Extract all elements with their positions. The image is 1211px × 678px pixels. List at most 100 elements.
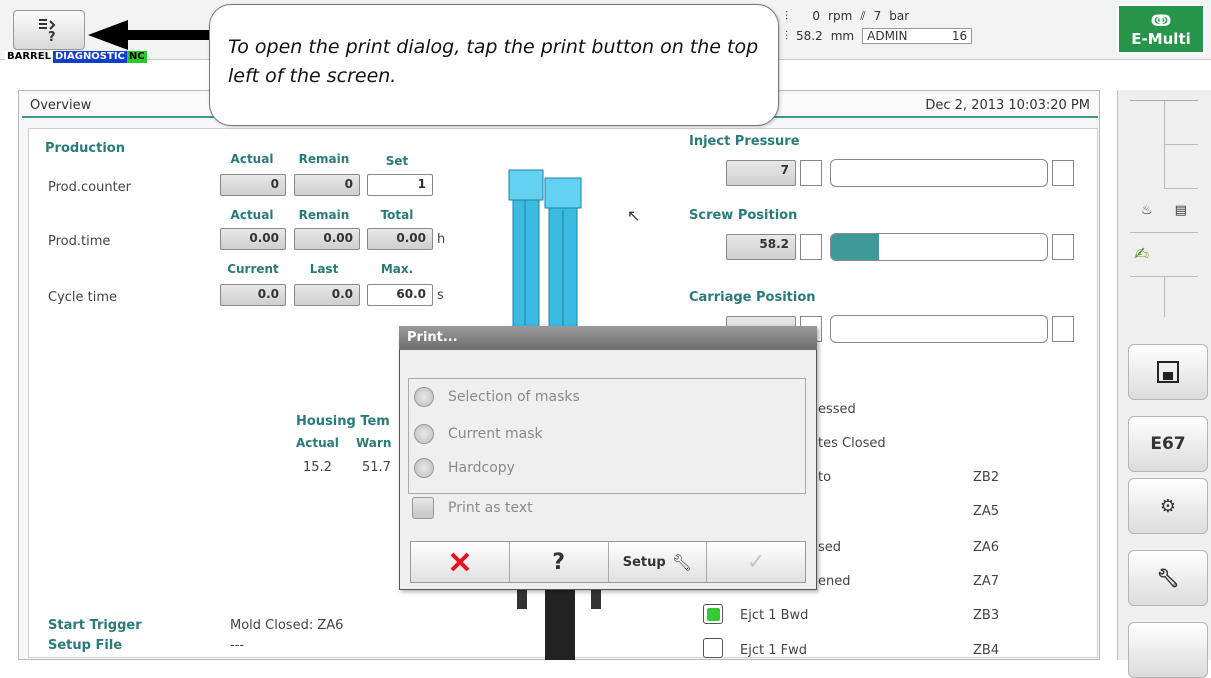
state-label: essed bbox=[818, 402, 856, 417]
option-label: Current mask bbox=[448, 426, 543, 442]
e67-button[interactable]: E67 bbox=[1128, 416, 1208, 472]
print-icon: ? bbox=[39, 19, 56, 43]
inject-pressure-value: 7 bbox=[726, 160, 796, 186]
barrel-tool-button[interactable]: ⚙ bbox=[1128, 478, 1208, 534]
heater-icon[interactable]: ♨ bbox=[1141, 203, 1153, 218]
checkmark-icon: ✓ bbox=[746, 549, 766, 575]
radio-icon[interactable] bbox=[414, 387, 434, 407]
carriage-position-bar bbox=[830, 315, 1048, 343]
production-title: Production bbox=[45, 141, 125, 156]
status-strip: BARREL DIAGNOSTIC NC bbox=[5, 51, 147, 63]
state-code: ZB2 bbox=[973, 470, 1000, 485]
status-diagnostic: DIAGNOSTIC bbox=[52, 51, 127, 63]
option-selection-of-masks[interactable]: Selection of masks bbox=[414, 387, 580, 407]
cycle-time-last: 0.0 bbox=[294, 284, 360, 306]
option-current-mask[interactable]: Current mask bbox=[414, 424, 543, 444]
col-head: Total bbox=[380, 208, 414, 222]
pressure-value: 7 bbox=[873, 9, 882, 23]
carriage-position-max-box bbox=[1052, 316, 1074, 342]
callout-text: To open the print dialog, tap the print … bbox=[228, 36, 759, 87]
housing-head-warn: Warn bbox=[356, 436, 392, 450]
inject-pressure-max-box bbox=[1052, 160, 1074, 186]
carriage-position-title: Carriage Position bbox=[689, 290, 816, 305]
tools-button[interactable]: 🔧︎ bbox=[1128, 550, 1208, 606]
wrench-icon: 🔧︎ bbox=[1156, 567, 1180, 589]
svg-text:?: ? bbox=[48, 30, 56, 43]
ejct-fwd-code: ZB4 bbox=[973, 643, 1000, 658]
header-values: ⫶ 0 rpm ⫽ 7 bar ⫶ 58.2 mm ADMIN 16 bbox=[785, 6, 1029, 50]
state-code: ZA5 bbox=[973, 504, 1000, 519]
prod-time-unit: h bbox=[437, 232, 446, 247]
save-icon bbox=[1157, 361, 1179, 383]
col-head: Current bbox=[227, 262, 279, 276]
prod-counter-remain: 0 bbox=[294, 174, 360, 196]
state-code: ZA7 bbox=[973, 574, 1000, 589]
radio-icon[interactable] bbox=[414, 424, 434, 444]
cycle-time-current: 0.0 bbox=[220, 284, 286, 306]
setup-label: Setup bbox=[622, 554, 666, 570]
col-head: Actual bbox=[230, 208, 274, 222]
radio-icon[interactable] bbox=[414, 458, 434, 478]
cancel-button[interactable] bbox=[411, 542, 510, 582]
inject-pressure-bar bbox=[830, 159, 1048, 187]
cycle-time-label: Cycle time bbox=[48, 290, 118, 305]
logo-text: E-Multi bbox=[1131, 29, 1191, 48]
prod-time-remain: 0.00 bbox=[294, 228, 360, 250]
col-head: Remain bbox=[298, 152, 350, 166]
e67-label: E67 bbox=[1150, 434, 1186, 454]
prod-time-actual: 0.00 bbox=[220, 228, 286, 250]
user-field: ADMIN 16 bbox=[862, 28, 973, 44]
setup-button[interactable]: Setup 🔧︎ bbox=[609, 542, 708, 582]
injection-unit-graphic bbox=[508, 169, 582, 336]
logo-icon: ↂ bbox=[1150, 10, 1172, 30]
mouse-cursor-icon: ↖ bbox=[627, 206, 641, 225]
barrel-wrench-icon: ⚙ bbox=[1159, 495, 1177, 517]
screw-position-bar bbox=[830, 233, 1048, 261]
housing-warn-value: 51.7 bbox=[362, 460, 391, 475]
option-label: Hardcopy bbox=[448, 460, 515, 476]
ok-button[interactable]: ✓ bbox=[707, 542, 805, 582]
hand-tool-icon[interactable]: ✍ bbox=[1134, 244, 1149, 265]
state-label: ened bbox=[818, 574, 851, 589]
screw-position-value: 58.2 bbox=[726, 234, 796, 260]
note-icon[interactable]: ▤ bbox=[1175, 203, 1187, 218]
dialog-button-bar: ? Setup 🔧︎ ✓ bbox=[410, 541, 806, 583]
sidebar-button-bottom[interactable] bbox=[1128, 622, 1208, 678]
prod-time-label: Prod.time bbox=[48, 234, 111, 249]
option-hardcopy[interactable]: Hardcopy bbox=[414, 458, 515, 478]
user-number: 16 bbox=[951, 29, 968, 43]
pressure-unit: bar bbox=[889, 9, 910, 23]
option-label: Selection of masks bbox=[448, 389, 580, 405]
mold-graphic bbox=[517, 585, 601, 660]
right-sidebar: ♨ ▤ ✍ E67 ⚙ 🔧︎ bbox=[1117, 90, 1211, 678]
col-head: Actual bbox=[230, 152, 274, 166]
state-code: ZA6 bbox=[973, 540, 1000, 555]
wrench-icon: 🔧︎ bbox=[671, 552, 693, 572]
status-barrel: BARREL bbox=[5, 51, 53, 63]
inject-pressure-title: Inject Pressure bbox=[689, 134, 800, 149]
close-icon bbox=[450, 552, 470, 572]
panel-datetime: Dec 2, 2013 10:03:20 PM bbox=[925, 97, 1090, 113]
cycle-time-max[interactable]: 60.0 bbox=[367, 284, 433, 306]
state-label: to bbox=[818, 470, 832, 485]
pressure-icon: ⫽ bbox=[860, 8, 866, 23]
prod-counter-set[interactable]: 1 bbox=[367, 174, 433, 196]
prod-counter-actual: 0 bbox=[220, 174, 286, 196]
print-as-text-option[interactable]: Print as text bbox=[412, 497, 533, 519]
setup-file-value: --- bbox=[230, 638, 245, 653]
print-button[interactable]: ? bbox=[13, 10, 85, 50]
status-nc: NC bbox=[126, 51, 147, 63]
rpm-icon: ⫶ bbox=[785, 8, 789, 23]
col-head: Last bbox=[309, 262, 339, 276]
mm-unit: mm bbox=[830, 29, 855, 43]
checkbox-icon[interactable] bbox=[412, 497, 434, 519]
housing-head-actual: Actual bbox=[296, 436, 339, 450]
prod-time-total: 0.00 bbox=[367, 228, 433, 250]
save-button[interactable] bbox=[1128, 344, 1208, 400]
help-button[interactable]: ? bbox=[510, 542, 609, 582]
ejct-bwd-indicator bbox=[703, 604, 723, 624]
col-head: Remain bbox=[298, 208, 350, 222]
screw-position-fill bbox=[831, 234, 879, 260]
setup-file-label: Setup File bbox=[48, 638, 123, 653]
state-label: sed bbox=[818, 540, 842, 555]
